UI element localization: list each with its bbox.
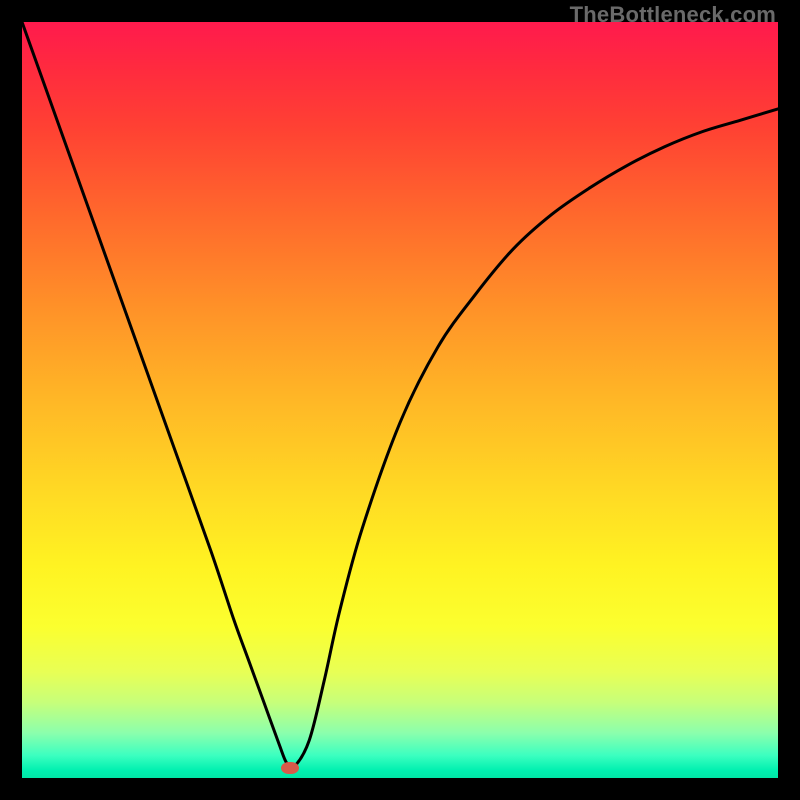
- optimal-marker: [281, 762, 299, 774]
- bottleneck-curve: [22, 22, 778, 768]
- plot-area: [22, 22, 778, 778]
- curve-svg: [22, 22, 778, 778]
- chart-frame: TheBottleneck.com: [0, 0, 800, 800]
